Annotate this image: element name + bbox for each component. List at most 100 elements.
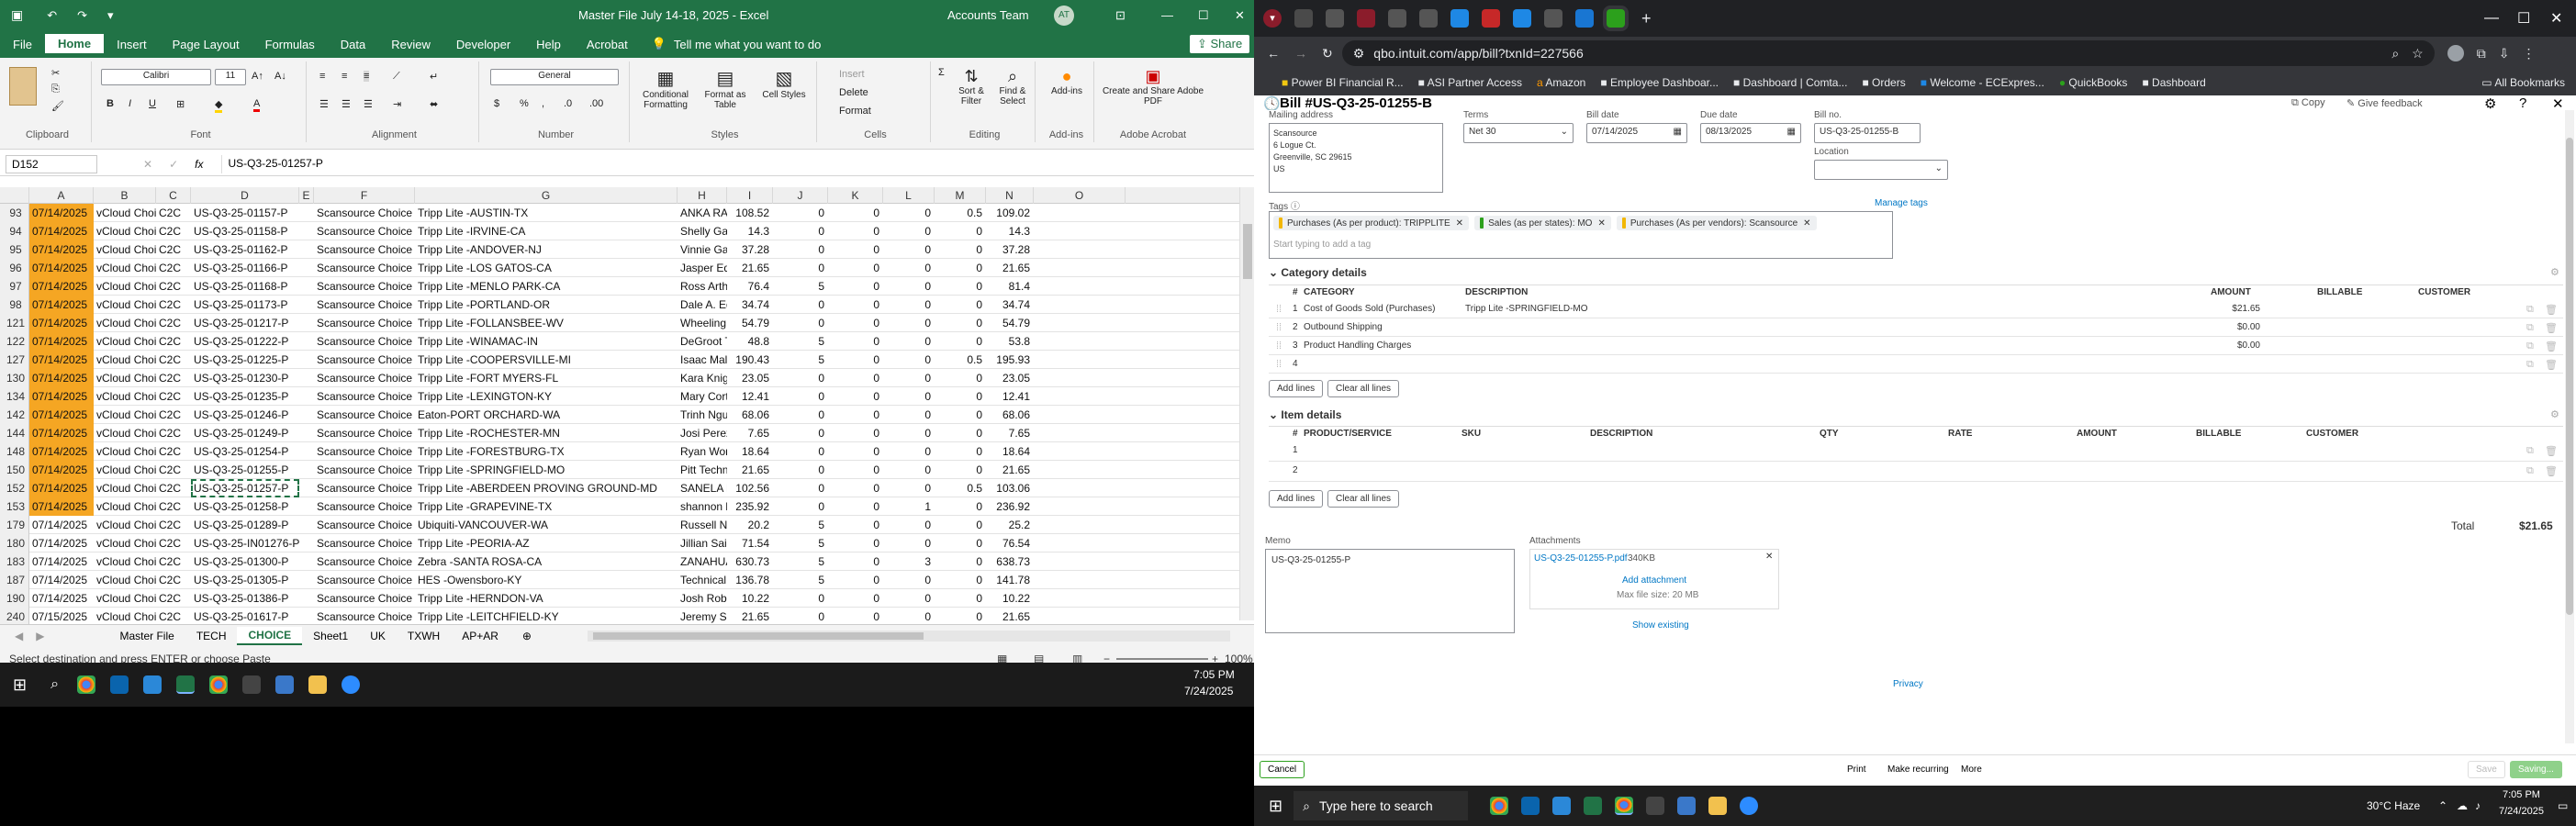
font-color-icon[interactable]: A xyxy=(253,98,261,112)
pinned-tab-2-icon[interactable] xyxy=(1326,9,1344,28)
copy-icon[interactable]: ⎘ xyxy=(51,84,60,95)
item-row[interactable]: 2 ⧉ 🗑 xyxy=(1269,462,2563,482)
cell-n[interactable]: 195.93 xyxy=(986,351,1034,369)
chrome-close-icon[interactable]: ✕ xyxy=(2550,9,2562,28)
cell-h[interactable]: Dale A. Ed xyxy=(678,296,727,314)
cell-b[interactable]: vCloud Choice xyxy=(94,497,156,516)
cell-j[interactable]: 0 xyxy=(773,497,828,516)
cell-n[interactable]: 236.92 xyxy=(986,497,1034,516)
cell-j[interactable]: 5 xyxy=(773,332,828,351)
cell-n[interactable]: 54.79 xyxy=(986,314,1034,332)
cell-h[interactable]: Ross Arth xyxy=(678,277,727,296)
cell-i[interactable]: 21.65 xyxy=(727,608,773,626)
chrome-icon-3[interactable] xyxy=(1490,797,1509,815)
category-row[interactable]: ⁞⁞ 4 ⧉ 🗑 xyxy=(1269,355,2563,374)
cell-d[interactable]: US-Q3-25-01257-P xyxy=(191,479,299,497)
row-number[interactable]: 134 xyxy=(0,387,29,406)
teams-icon[interactable] xyxy=(143,675,162,694)
bookmark-1[interactable]: ■ ASI Partner Access xyxy=(1418,76,1522,89)
cell-b[interactable]: vCloud Choice xyxy=(94,534,156,553)
cell-f[interactable]: Scansource Choice xyxy=(314,314,415,332)
cell-f[interactable]: Scansource Choice xyxy=(314,461,415,479)
cell-g[interactable]: Tripp Lite -COOPERSVILLE-MI xyxy=(415,351,678,369)
cell-j[interactable]: 0 xyxy=(773,589,828,608)
sheet-tab-master-file[interactable]: Master File xyxy=(108,628,185,644)
cell-a[interactable]: 07/14/2025 xyxy=(29,589,94,608)
fill-color-icon[interactable]: ◆ xyxy=(215,98,223,113)
row-number[interactable]: 96 xyxy=(0,259,29,277)
search-icon[interactable]: ⌕ xyxy=(50,676,59,693)
cell-m[interactable]: 0 xyxy=(935,240,986,259)
cell-k[interactable]: 0 xyxy=(828,516,883,534)
pinned-tab-1-icon[interactable] xyxy=(1294,9,1313,28)
cell-n[interactable]: 7.65 xyxy=(986,424,1034,442)
sheet-tab-txwh[interactable]: TXWH xyxy=(397,628,451,644)
cell-j[interactable]: 5 xyxy=(773,516,828,534)
cell-i[interactable]: 34.74 xyxy=(727,296,773,314)
terms-select[interactable]: Net 30 ⌄ xyxy=(1463,123,1574,143)
cell-a[interactable]: 07/14/2025 xyxy=(29,296,94,314)
tab-file[interactable]: File xyxy=(0,35,45,54)
cell-j[interactable]: 0 xyxy=(773,296,828,314)
cell-j[interactable]: 5 xyxy=(773,351,828,369)
redo-icon[interactable]: ↷ xyxy=(77,8,87,23)
cell-k[interactable]: 0 xyxy=(828,608,883,626)
cell-a[interactable]: 07/14/2025 xyxy=(29,204,94,222)
cell-a[interactable]: 07/14/2025 xyxy=(29,406,94,424)
cell-a[interactable]: 07/14/2025 xyxy=(29,461,94,479)
cell-f[interactable]: Scansource Choice xyxy=(314,240,415,259)
cell-m[interactable]: 0.5 xyxy=(935,351,986,369)
cell-i[interactable]: 71.54 xyxy=(727,534,773,553)
cell-f[interactable]: Scansource Choice xyxy=(314,259,415,277)
category-settings-icon[interactable]: ⚙ xyxy=(2550,266,2559,278)
location-select[interactable]: ⌄ xyxy=(1814,160,1948,180)
privacy-link[interactable]: Privacy xyxy=(1893,679,1923,689)
cell-b[interactable]: vCloud Choice xyxy=(94,424,156,442)
cell-d[interactable]: US-Q3-25-01289-P xyxy=(191,516,299,534)
cell-j[interactable]: 0 xyxy=(773,240,828,259)
cell-a[interactable]: 07/14/2025 xyxy=(29,442,94,461)
duplicate-line-icon[interactable]: ⧉ xyxy=(2526,304,2534,316)
cell-f[interactable]: Scansource Choice xyxy=(314,351,415,369)
cell-c[interactable]: C2C xyxy=(156,479,191,497)
cell-n[interactable]: 638.73 xyxy=(986,553,1034,571)
cell-n[interactable]: 21.65 xyxy=(986,461,1034,479)
cell-l[interactable]: 0 xyxy=(883,259,935,277)
cancel-button[interactable]: Cancel xyxy=(1260,761,1305,778)
cell-m[interactable]: 0 xyxy=(935,442,986,461)
taskbar-time[interactable]: 7:05 PM xyxy=(1193,668,1235,681)
cell-h[interactable]: Vinnie Ga xyxy=(678,240,727,259)
duplicate-item-icon[interactable]: ⧉ xyxy=(2526,465,2534,477)
cell-m[interactable]: 0 xyxy=(935,516,986,534)
chrome-icon[interactable] xyxy=(77,675,96,694)
file-explorer-icon[interactable] xyxy=(308,675,328,694)
cell-b[interactable]: vCloud Choice xyxy=(94,314,156,332)
cell-b[interactable]: vCloud Choice xyxy=(94,240,156,259)
cell-c[interactable]: C2C xyxy=(156,387,191,406)
item-details-header[interactable]: ⌄ Item details xyxy=(1269,408,1341,421)
cell-d[interactable]: US-Q3-25-01617-P xyxy=(191,608,299,626)
cell-l[interactable]: 0 xyxy=(883,534,935,553)
undo-icon[interactable]: ↶ xyxy=(47,8,57,23)
cell-h[interactable]: Jillian Sai xyxy=(678,534,727,553)
italic-icon[interactable]: I xyxy=(129,98,131,109)
cell-h[interactable]: Josi Perez xyxy=(678,424,727,442)
bookmark-0[interactable]: ■ Power BI Financial R... xyxy=(1282,76,1404,89)
cell-l[interactable]: 0 xyxy=(883,296,935,314)
cell-g[interactable]: Ubiquiti-VANCOUVER-WA xyxy=(415,516,678,534)
category-cell-desc[interactable]: Tripp Lite -SPRINGFIELD-MO xyxy=(1465,304,1588,314)
cell-k[interactable]: 0 xyxy=(828,277,883,296)
delete-item-icon[interactable]: 🗑 xyxy=(2545,445,2558,457)
cell-l[interactable]: 0 xyxy=(883,424,935,442)
cell-styles-button[interactable]: ▧ Cell Styles xyxy=(756,67,812,100)
cell-h[interactable]: ZANAHUA xyxy=(678,553,727,571)
cell-f[interactable]: Scansource Choice xyxy=(314,387,415,406)
cell-m[interactable]: 0 xyxy=(935,553,986,571)
clear-lines-button[interactable]: Clear all lines xyxy=(1327,380,1400,397)
paste-icon[interactable] xyxy=(9,67,37,106)
cell-f[interactable]: Scansource Choice xyxy=(314,296,415,314)
cell-i[interactable]: 235.92 xyxy=(727,497,773,516)
row-number[interactable]: 179 xyxy=(0,516,29,534)
cell-f[interactable]: Scansource Choice xyxy=(314,516,415,534)
profile-icon[interactable] xyxy=(2447,45,2464,61)
